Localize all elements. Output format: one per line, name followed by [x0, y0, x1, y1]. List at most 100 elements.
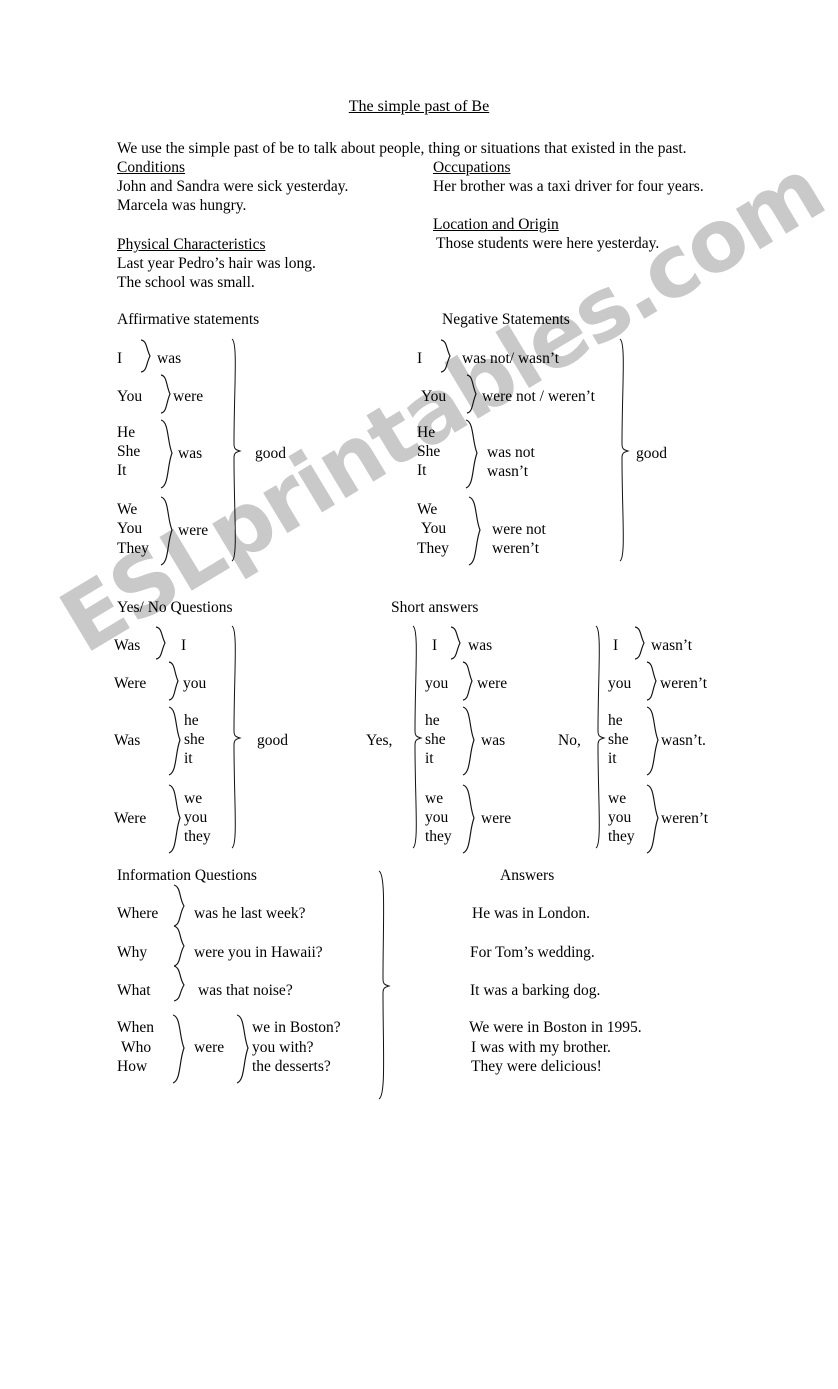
- short-answer-no-subject: it: [608, 750, 617, 767]
- brace-short-no-3: [644, 706, 660, 776]
- information-question-rest: the desserts?: [252, 1058, 331, 1075]
- yes-no-verb: Were: [114, 675, 147, 692]
- brace-negative-2: [464, 374, 478, 414]
- affirmative-verb: were: [173, 388, 204, 405]
- yes-no-subject: he: [184, 712, 199, 729]
- conditions-heading: Conditions: [117, 159, 186, 176]
- short-answer-no-subject: you: [608, 675, 632, 692]
- brace-affirmative-4: [158, 496, 174, 566]
- brace-yesno-1: [153, 626, 167, 660]
- affirmative-subject: We: [117, 501, 138, 518]
- short-answer-yes-verb: was: [468, 637, 493, 654]
- page-title: The simple past of Be: [0, 98, 838, 116]
- yes-no-verb: Were: [114, 810, 147, 827]
- brace-short-no-2: [644, 661, 658, 701]
- information-question-wh: What: [117, 982, 151, 999]
- answer-item: He was in London.: [472, 905, 590, 922]
- short-answer-no-lead: No,: [558, 732, 581, 749]
- negative-verb-contraction: wasn’t: [487, 463, 529, 480]
- information-question-rest: was that noise?: [198, 982, 293, 999]
- short-answer-yes-subject: you: [425, 675, 449, 692]
- short-answer-no-subject: he: [608, 712, 623, 729]
- brace-negative-outer: [616, 338, 630, 562]
- negative-subject: We: [417, 501, 438, 518]
- short-answer-no-verb: weren’t: [661, 810, 709, 827]
- information-question-wh: Why: [117, 944, 148, 961]
- negative-subject: They: [417, 540, 449, 557]
- brace-info-rest-group: [234, 1014, 250, 1084]
- brace-short-no-1: [632, 626, 646, 660]
- short-answer-yes-subject: he: [425, 712, 440, 729]
- occupations-heading: Occupations: [433, 159, 511, 176]
- short-answer-yes-lead: Yes,: [366, 732, 393, 749]
- location-origin-example: Those students were here yesterday.: [436, 235, 660, 252]
- affirmative-subject: You: [117, 520, 143, 537]
- negative-subject: I: [417, 350, 423, 367]
- negative-heading: Negative Statements: [442, 311, 570, 328]
- information-question-wh: Where: [117, 905, 159, 922]
- affirmative-subject: She: [117, 443, 141, 460]
- affirmative-complement: good: [255, 445, 286, 462]
- information-question-wh: How: [117, 1058, 148, 1075]
- yes-no-subject: she: [184, 731, 205, 748]
- short-answer-yes-verb: was: [481, 732, 506, 749]
- affirmative-subject: You: [117, 388, 143, 405]
- brace-info-questions-group: [170, 884, 186, 1002]
- affirmative-heading: Affirmative statements: [117, 311, 260, 328]
- yes-no-subject: we: [184, 790, 203, 807]
- short-answer-no-verb: wasn’t: [651, 637, 693, 654]
- negative-verb: were not: [492, 521, 546, 538]
- yes-no-subject: you: [184, 809, 208, 826]
- yes-no-verb: Was: [114, 637, 141, 654]
- brace-negative-3: [463, 419, 479, 489]
- brace-short-no-outer: [592, 625, 606, 849]
- short-answer-yes-verb: were: [481, 810, 512, 827]
- affirmative-subject: He: [117, 424, 136, 441]
- yes-no-verb: Was: [114, 732, 141, 749]
- yes-no-subject: I: [181, 637, 187, 654]
- occupations-example: Her brother was a taxi driver for four y…: [433, 178, 704, 195]
- short-answer-no-subject: she: [608, 731, 629, 748]
- short-answer-no-verb: wasn’t.: [661, 732, 706, 749]
- short-answer-no-subject: we: [608, 790, 627, 807]
- yes-no-questions-heading: Yes/ No Questions: [117, 599, 233, 616]
- negative-subject: He: [417, 424, 436, 441]
- brace-short-yes-2: [460, 661, 474, 701]
- brace-info-answers-outer: [376, 870, 391, 1100]
- yes-no-complement: good: [257, 732, 288, 749]
- short-answer-no-subject: I: [613, 637, 619, 654]
- brace-short-no-4: [644, 784, 660, 854]
- brace-yesno-4: [166, 784, 182, 854]
- short-answer-no-subject: they: [608, 828, 635, 845]
- answer-item: For Tom’s wedding.: [470, 944, 595, 961]
- short-answer-yes-subject: we: [425, 790, 444, 807]
- conditions-example: John and Sandra were sick yesterday.: [117, 178, 349, 195]
- short-answer-yes-subject: I: [432, 637, 438, 654]
- conditions-example: Marcela was hungry.: [117, 197, 247, 214]
- intro-sentence: We use the simple past of be to talk abo…: [117, 140, 687, 157]
- yes-no-subject: it: [184, 750, 193, 767]
- information-question-wh: Who: [121, 1039, 152, 1056]
- information-question-rest: you with?: [252, 1039, 314, 1056]
- brace-affirmative-outer: [228, 338, 242, 562]
- affirmative-verb: was: [178, 445, 203, 462]
- worksheet-page: ESLprintables.com The simple past of Be …: [0, 0, 838, 1389]
- information-question-rest: we in Boston?: [252, 1019, 341, 1036]
- negative-verb: was not: [487, 444, 535, 461]
- brace-affirmative-1: [138, 339, 152, 373]
- short-answer-yes-subject: she: [425, 731, 446, 748]
- information-question-verb: were: [194, 1039, 225, 1056]
- information-question-wh: When: [117, 1019, 155, 1036]
- answers-heading: Answers: [500, 867, 555, 884]
- brace-negative-1: [438, 339, 452, 373]
- negative-subject: You: [421, 388, 447, 405]
- brace-short-yes-4: [460, 784, 476, 854]
- negative-verb: were not / weren’t: [482, 388, 595, 405]
- brace-affirmative-2: [158, 374, 172, 414]
- brace-info-wh-group: [170, 1014, 186, 1084]
- answer-item: It was a barking dog.: [470, 982, 601, 999]
- affirmative-verb: was: [157, 350, 182, 367]
- brace-yesno-3: [166, 706, 182, 776]
- physical-characteristics-example: Last year Pedro’s hair was long.: [117, 255, 316, 272]
- negative-subject: She: [417, 443, 441, 460]
